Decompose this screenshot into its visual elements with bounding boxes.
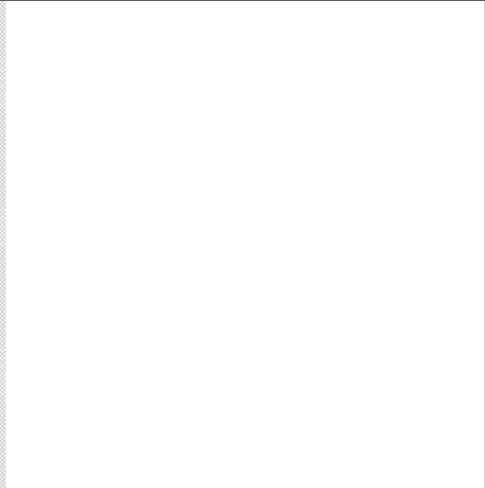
app-window <box>0 0 485 488</box>
content-canvas[interactable] <box>6 1 484 488</box>
